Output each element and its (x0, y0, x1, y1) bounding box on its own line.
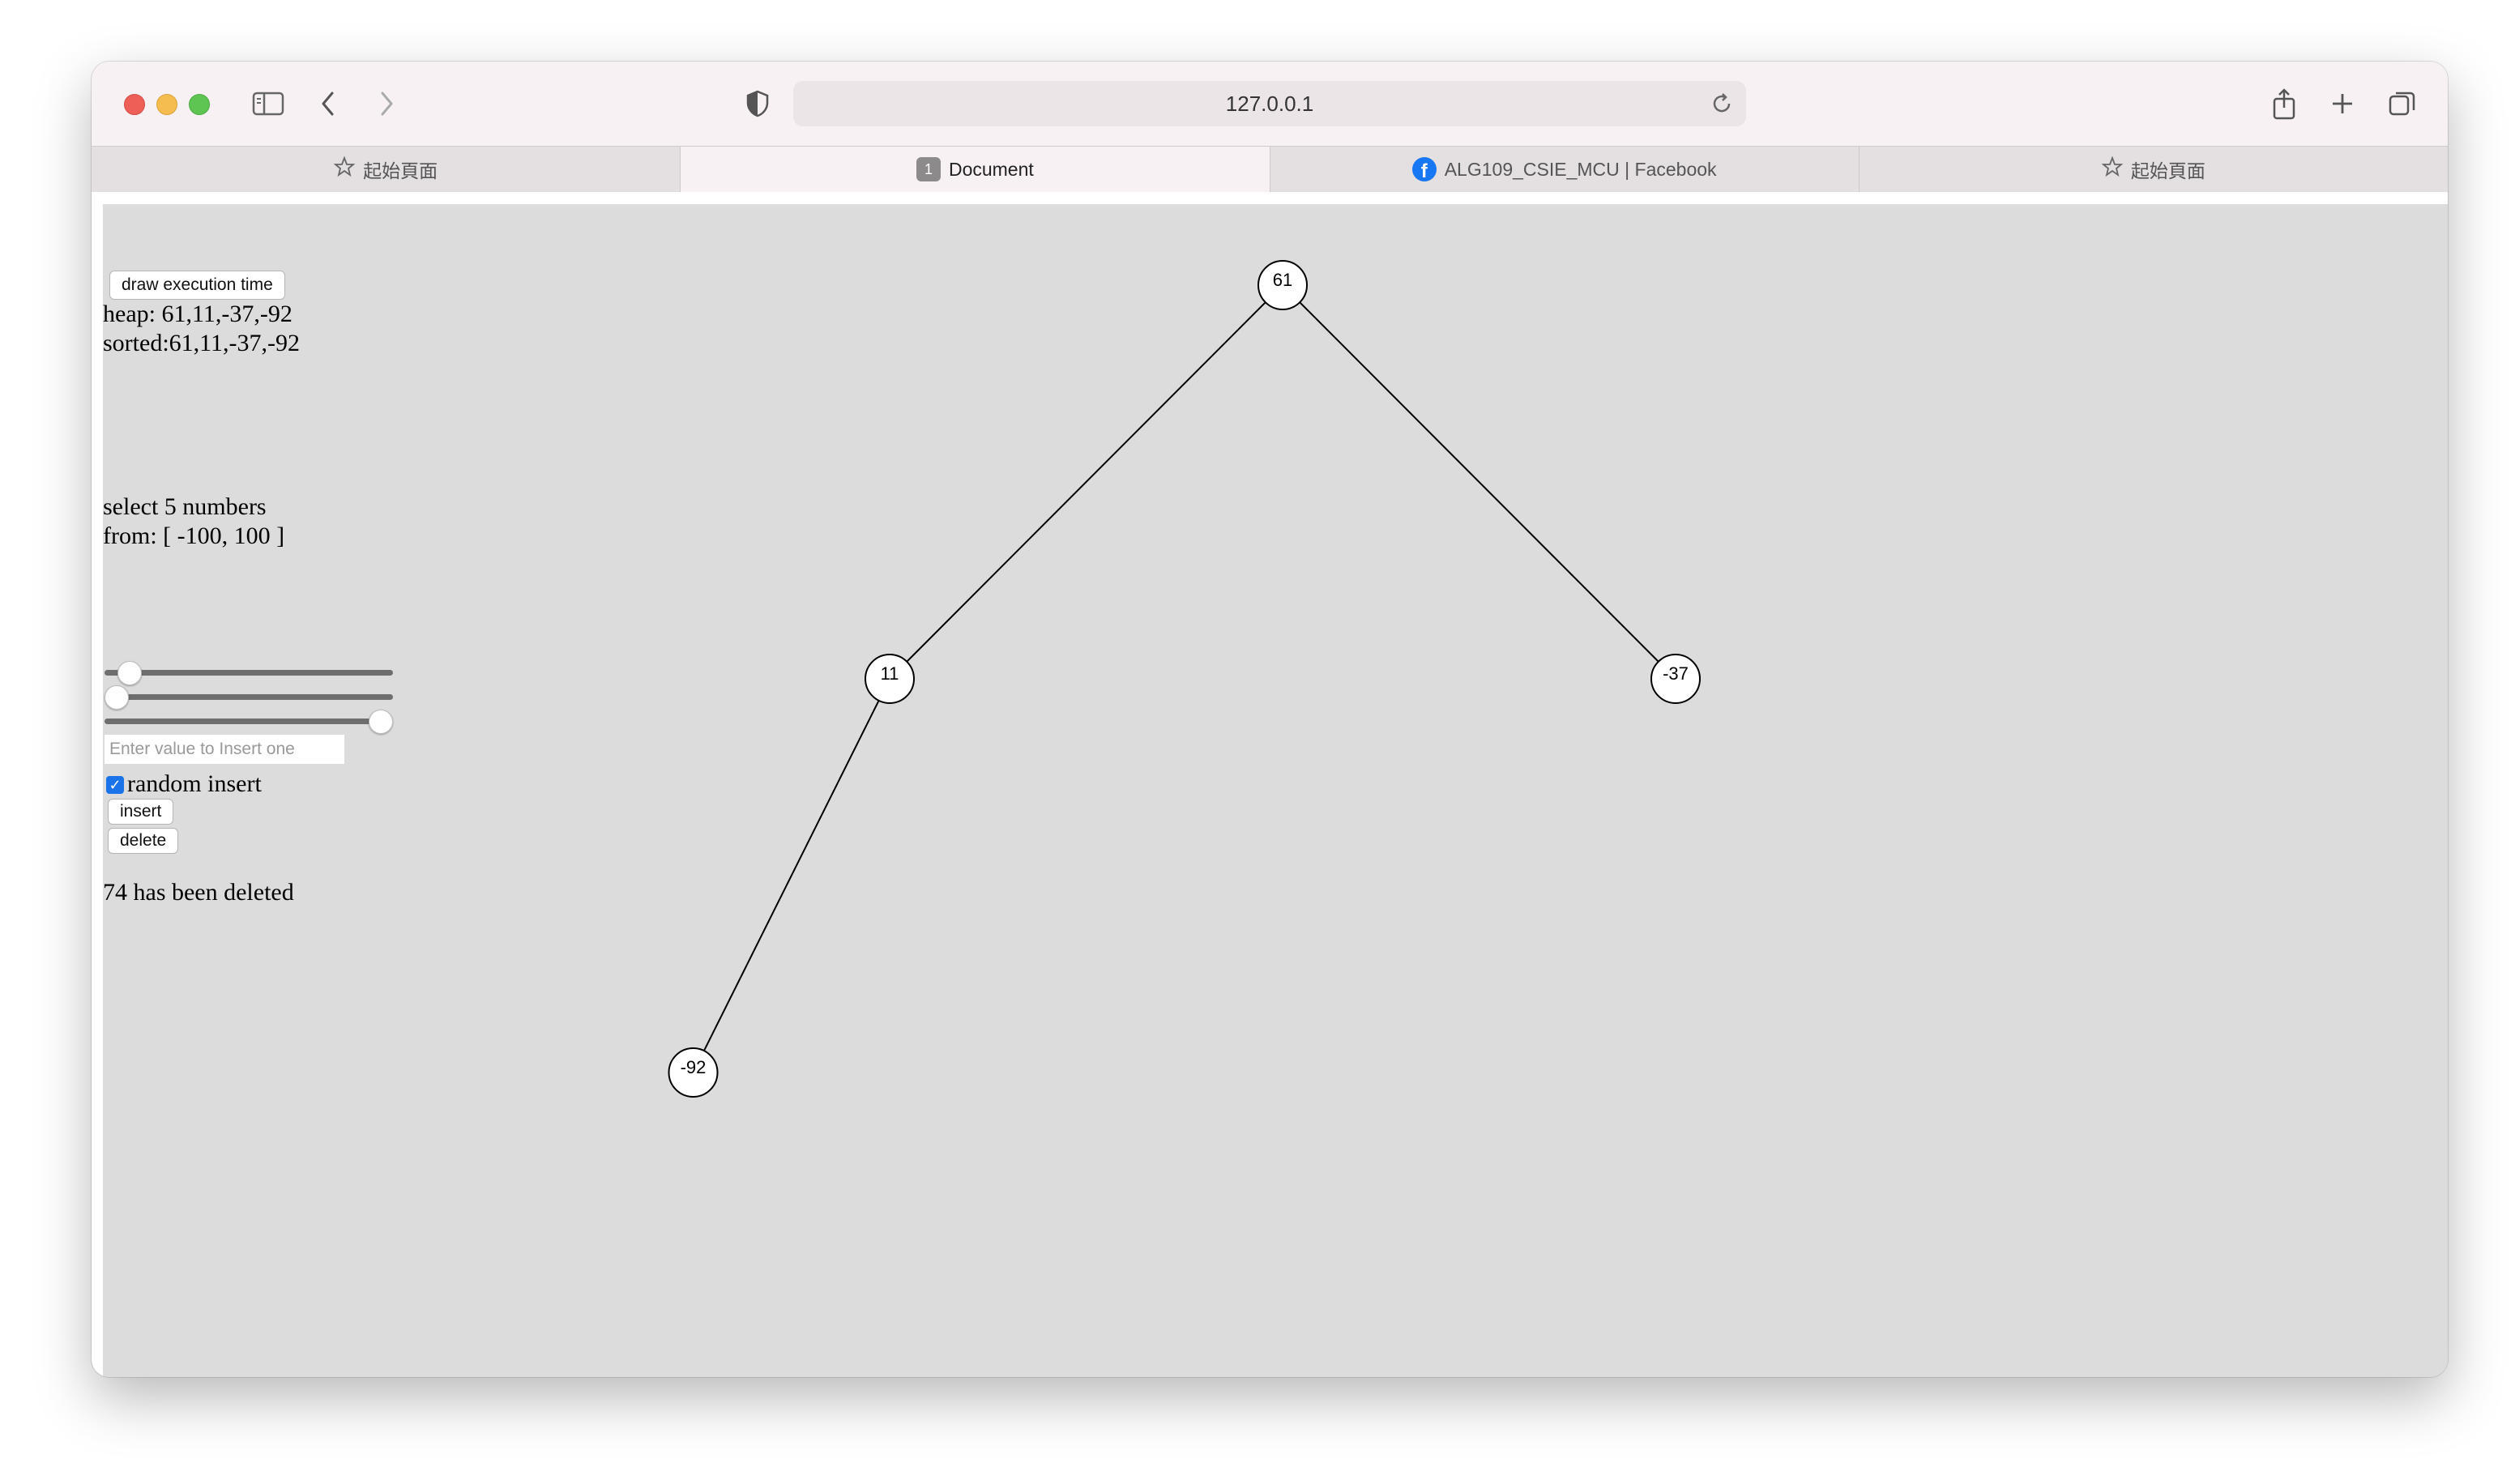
browser-toolbar: 127.0.0.1 (92, 62, 2448, 146)
tab-label: ALG109_CSIE_MCU | Facebook (1444, 158, 1717, 180)
heap-text: heap: 61,11,-37,-92 (103, 301, 292, 327)
slider-track (105, 719, 393, 724)
tab-overview-icon[interactable] (2380, 81, 2425, 126)
star-icon (2101, 156, 2124, 182)
privacy-shield-icon[interactable] (735, 81, 780, 126)
forward-icon[interactable] (364, 81, 409, 126)
star-icon (333, 156, 356, 182)
draw-execution-time-button[interactable]: draw execution time (109, 271, 285, 300)
tree-node: -92 (668, 1047, 719, 1098)
heap-tree: 61 11 -37 -92 (668, 260, 1701, 1098)
insert-button[interactable]: insert (108, 799, 174, 825)
tab-number-badge: 1 (916, 157, 941, 181)
tree-node-label: -92 (681, 1057, 707, 1077)
min-slider[interactable] (105, 685, 393, 710)
browser-window: 127.0.0.1 起始頁面 1 Document f ALG109_CSIE_… (92, 62, 2448, 1377)
count-slider[interactable] (105, 661, 393, 685)
share-icon[interactable] (2261, 81, 2307, 126)
tree-node-label: 11 (881, 663, 899, 684)
minimize-window-button[interactable] (156, 94, 177, 115)
tab-start-page-1[interactable]: 起始頁面 (92, 147, 681, 192)
status-message: 74 has been deleted (103, 879, 294, 906)
tab-document[interactable]: 1 Document (681, 147, 1270, 192)
tab-label: 起始頁面 (363, 160, 438, 181)
back-icon[interactable] (305, 81, 351, 126)
tree-node-label: -37 (1663, 663, 1689, 684)
tab-bar: 起始頁面 1 Document f ALG109_CSIE_MCU | Face… (92, 146, 2448, 193)
slider-thumb[interactable] (369, 710, 393, 734)
new-tab-icon[interactable] (2320, 81, 2365, 126)
close-window-button[interactable] (124, 94, 145, 115)
sorted-text: sorted:61,11,-37,-92 (103, 330, 301, 356)
delete-button[interactable]: delete (108, 828, 179, 854)
tree-edge (1282, 284, 1676, 680)
tree-node: 61 (1258, 260, 1308, 310)
max-slider[interactable] (105, 710, 393, 734)
select-count-text: select 5 numbers (103, 493, 267, 520)
tree-edge (889, 284, 1283, 680)
content-top-gap (92, 192, 2448, 204)
random-insert-label: random insert (127, 770, 262, 797)
page-content: 61 11 -37 -92 draw execution time heap: 61,… (103, 204, 2448, 1377)
slider-thumb[interactable] (105, 685, 129, 710)
random-insert-checkbox[interactable]: ✓ (106, 776, 124, 794)
tab-start-page-2[interactable]: 起始頁面 (1860, 147, 2448, 192)
facebook-icon: f (1411, 157, 1437, 181)
tree-node: 11 (865, 654, 915, 704)
sidebar-toggle-icon[interactable] (246, 81, 291, 126)
zoom-window-button[interactable] (189, 94, 210, 115)
slider-track (105, 694, 393, 700)
select-range-text: from: [ -100, 100 ] (103, 522, 285, 549)
tree-edge (692, 678, 890, 1073)
slider-thumb[interactable] (117, 661, 142, 685)
reload-icon[interactable] (1709, 91, 1735, 117)
content-left-strip (92, 204, 103, 1377)
tab-label: Document (948, 158, 1034, 180)
address-bar[interactable]: 127.0.0.1 (793, 81, 1746, 126)
tree-node-label: 61 (1273, 270, 1292, 290)
tab-label: 起始頁面 (2130, 160, 2205, 181)
url-text: 127.0.0.1 (1225, 92, 1314, 116)
tree-node: -37 (1650, 654, 1701, 704)
tab-facebook[interactable]: f ALG109_CSIE_MCU | Facebook (1270, 147, 1860, 192)
slider-track (105, 670, 393, 676)
insert-value-input[interactable]: Enter value to Insert one (105, 735, 344, 764)
